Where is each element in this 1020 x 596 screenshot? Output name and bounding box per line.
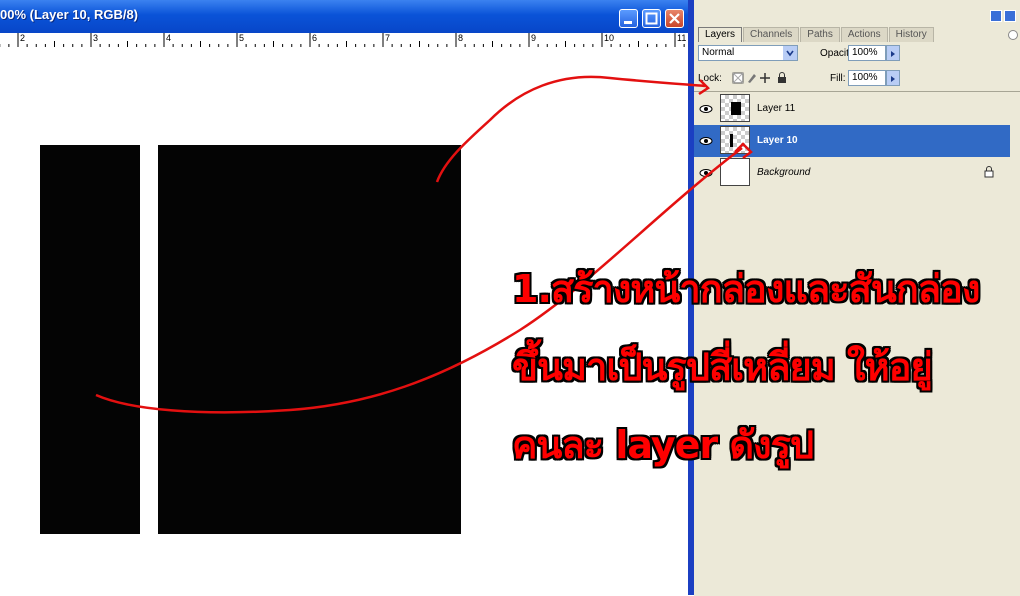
palette-header — [694, 0, 1020, 26]
ruler-number: 8 — [458, 33, 464, 43]
maximize-icon — [645, 12, 658, 25]
tab-layers[interactable]: Layers — [698, 27, 743, 42]
box-side-rectangle — [40, 145, 140, 534]
lock-label: Lock: — [698, 73, 722, 84]
chevron-right-icon — [891, 76, 895, 82]
box-front-rectangle — [158, 145, 461, 534]
close-icon — [669, 13, 680, 24]
blend-mode-value: Normal — [702, 47, 735, 58]
annotation-line-2: ขึ้นมาเป็นรูปสี่เหลี่ยม ให้อยู่ — [512, 345, 933, 389]
lock-options[interactable] — [732, 72, 792, 84]
layer-name: Layer 10 — [757, 135, 798, 146]
minimize-button[interactable] — [619, 9, 638, 28]
close-button[interactable] — [665, 9, 684, 28]
visibility-eye-icon[interactable] — [698, 163, 714, 183]
palette-close-button[interactable] — [1004, 10, 1016, 22]
ruler-number: 11 — [677, 33, 687, 43]
palette-minimize-button[interactable] — [990, 10, 1002, 22]
layer-row-background[interactable]: Background — [694, 157, 1010, 189]
lock-all-icon — [778, 72, 786, 83]
layer-thumbnail — [720, 94, 750, 122]
fill-value: 100% — [852, 72, 878, 83]
chevron-down-icon — [783, 46, 797, 60]
fill-label: Fill: — [830, 73, 846, 84]
opacity-value: 100% — [852, 47, 878, 58]
document-canvas[interactable] — [0, 47, 688, 595]
annotation-line-1: 1.สร้างหน้ากล่องและสันกล่อง — [512, 267, 980, 311]
palette-menu-button[interactable] — [1008, 30, 1018, 40]
lock-icon — [984, 166, 994, 178]
visibility-eye-icon[interactable] — [698, 131, 714, 151]
ruler-number: 9 — [531, 33, 537, 43]
opacity-field[interactable]: 100% — [848, 45, 886, 61]
document-title: 00% (Layer 10, RGB/8) — [0, 7, 139, 22]
visibility-eye-icon[interactable] — [698, 99, 714, 119]
fill-field[interactable]: 100% — [848, 70, 886, 86]
ruler-number: 7 — [385, 33, 391, 43]
chevron-right-icon — [891, 51, 895, 57]
tab-actions[interactable]: Actions — [840, 27, 888, 42]
tab-paths[interactable]: Paths — [800, 27, 840, 42]
tab-history[interactable]: History — [888, 27, 934, 42]
document-titlebar[interactable]: 00% (Layer 10, RGB/8) — [0, 0, 690, 33]
minimize-icon — [624, 21, 632, 24]
opacity-slider-button[interactable] — [886, 45, 900, 61]
ruler-number: 5 — [239, 33, 245, 43]
lock-move-icon — [760, 73, 770, 83]
layer-name: Background — [757, 167, 811, 178]
ruler-number: 2 — [20, 33, 26, 43]
tab-channels[interactable]: Channels — [743, 27, 800, 42]
ruler-number: 4 — [166, 33, 172, 43]
maximize-button[interactable] — [642, 9, 661, 28]
annotation-line-3: คนละ layer ดังรูป — [512, 423, 814, 467]
horizontal-ruler: 2 3 4 5 6 7 8 9 10 11 — [0, 33, 690, 48]
lock-transparency-icon — [732, 72, 744, 84]
layer-row-layer-10[interactable]: Layer 10 — [694, 125, 1010, 157]
fill-slider-button[interactable] — [886, 70, 900, 86]
layer-thumbnail — [720, 126, 750, 154]
ruler-number: 3 — [93, 33, 99, 43]
ruler-number: 10 — [604, 33, 615, 43]
palette-tabs: Layers Channels Paths Actions History — [698, 27, 935, 42]
lock-paint-icon — [748, 74, 756, 83]
blend-mode-select[interactable]: Normal — [698, 45, 798, 61]
layer-thumbnail — [720, 158, 750, 186]
ruler-ticks — [0, 33, 685, 47]
layer-row-layer-11[interactable]: Layer 11 — [694, 93, 1010, 125]
ruler-number: 6 — [312, 33, 318, 43]
layer-name: Layer 11 — [757, 103, 796, 114]
